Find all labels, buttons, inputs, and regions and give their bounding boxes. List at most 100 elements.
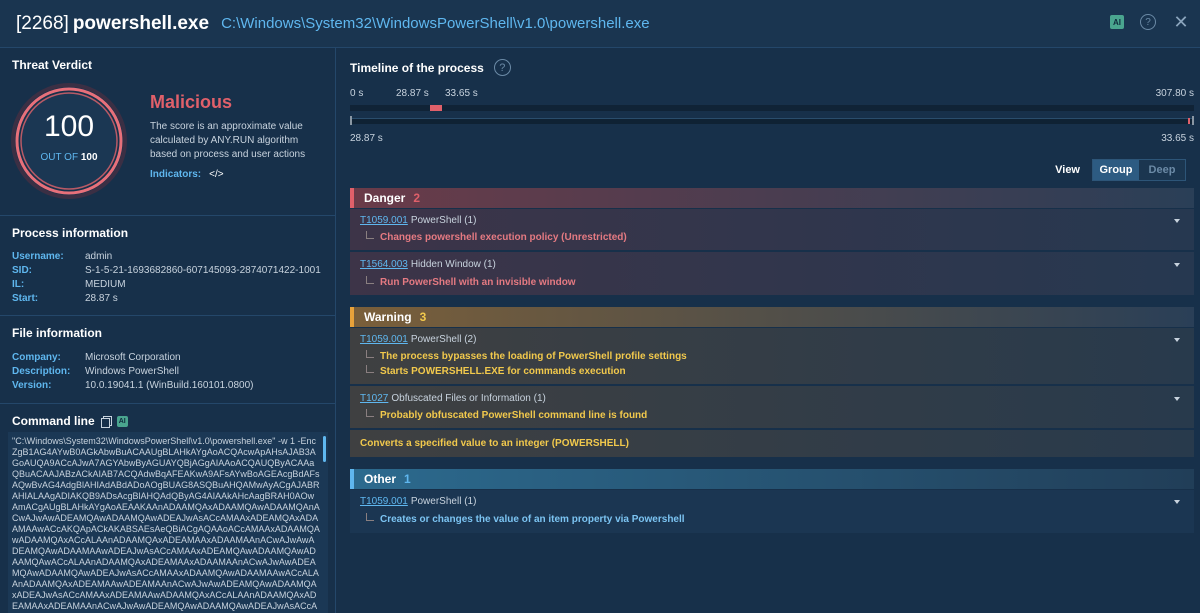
technique-link[interactable]: T1059.001 xyxy=(360,215,408,226)
info-key: Description: xyxy=(12,366,71,377)
behavior-card[interactable]: Converts a specified value to an integer… xyxy=(350,430,1194,457)
group-header-danger[interactable]: Danger 2 xyxy=(350,188,1194,208)
info-key: IL: xyxy=(12,279,25,290)
right-panel: Timeline of the process ? 0 s 28.87 s 33… xyxy=(336,48,1200,613)
tree-connector-icon xyxy=(366,364,374,373)
process-details-window: [2268] powershell.exe C:\Windows\System32… xyxy=(0,0,1200,613)
verdict-label: Malicious xyxy=(150,92,233,112)
code-icon[interactable]: </> xyxy=(209,169,223,180)
file-information-section: File information Company: Microsoft Corpo… xyxy=(0,316,335,404)
info-row-version: Version: 10.0.19041.1 (WinBuild.160101.08… xyxy=(12,380,253,391)
info-row-username: Username: admin xyxy=(12,251,112,262)
chevron-down-icon[interactable] xyxy=(1174,219,1180,223)
info-row-description: Description: Windows PowerShell xyxy=(12,366,179,377)
timeline-event-marker[interactable] xyxy=(430,105,442,111)
info-row-start: Start: 28.87 s xyxy=(12,293,118,304)
info-key: Version: xyxy=(12,380,52,391)
info-value: MEDIUM xyxy=(85,279,126,290)
tree-connector-icon xyxy=(366,512,374,521)
close-icon[interactable]: ✕ xyxy=(1172,13,1190,31)
copy-icon[interactable] xyxy=(100,415,112,428)
info-key: Start: xyxy=(12,293,39,304)
command-line-scrollbar[interactable] xyxy=(323,436,326,462)
group-name: Danger xyxy=(364,191,406,205)
group-name: Warning xyxy=(364,310,412,324)
behavior-card[interactable]: T1059.001 PowerShell (2) The process bypa… xyxy=(350,328,1194,384)
technique-link[interactable]: T1027 xyxy=(360,393,388,404)
view-group-button[interactable]: Group xyxy=(1093,160,1139,180)
range-end-label: 33.65 s xyxy=(1161,133,1194,144)
score-gauge: 100 OUT OF 100 xyxy=(10,82,128,200)
range-start-label: 28.87 s xyxy=(350,133,383,144)
timeline-title: Timeline of the process xyxy=(350,60,484,75)
ai-explain-icon[interactable]: AI xyxy=(116,415,128,427)
info-key: SID: xyxy=(12,265,32,276)
behavior-card[interactable]: T1027 Obfuscated Files or Information (1)… xyxy=(350,386,1194,428)
view-label: View xyxy=(1055,164,1080,176)
range-handle-left[interactable] xyxy=(350,116,352,125)
technique-name: Obfuscated Files or Information (1) xyxy=(391,393,546,404)
chevron-down-icon[interactable] xyxy=(1174,500,1180,504)
process-information-section: Process information Username: admin SID: S… xyxy=(0,216,335,316)
group-count: 2 xyxy=(413,191,421,205)
info-row-il: IL: MEDIUM xyxy=(12,279,126,290)
threat-verdict-title: Threat Verdict xyxy=(12,58,93,72)
info-value: Microsoft Corporation xyxy=(85,352,181,363)
window-header: [2268] powershell.exe C:\Windows\System32… xyxy=(0,0,1200,48)
process-path-link[interactable]: C:\Windows\System32\WindowsPowerShell\v1… xyxy=(221,15,650,32)
timeline-header: Timeline of the process ? xyxy=(350,59,511,76)
info-key: Username: xyxy=(12,251,64,262)
technique-name: PowerShell (1) xyxy=(410,215,477,226)
range-handle-right[interactable] xyxy=(1192,116,1194,125)
header-actions: AI ? ✕ xyxy=(1110,13,1190,31)
behavior-detail: Creates or changes the value of an item … xyxy=(380,514,685,525)
process-title: [2268] powershell.exe xyxy=(16,13,209,35)
info-key: Company: xyxy=(12,352,61,363)
info-row-company: Company: Microsoft Corporation xyxy=(12,352,181,363)
threat-score: 100 xyxy=(43,110,95,143)
threat-verdict-section: Threat Verdict 100 OUT OF 100 Malicious … xyxy=(0,48,335,216)
command-line-header: Command line AI xyxy=(12,414,128,428)
group-name: Other xyxy=(364,472,397,486)
timeline-event-start-label: 28.87 s xyxy=(396,88,429,99)
view-switcher: View Group Deep xyxy=(1055,159,1186,181)
behavior-card[interactable]: T1564.003 Hidden Window (1) Run PowerShel… xyxy=(350,252,1194,295)
process-information-title: Process information xyxy=(12,226,129,240)
info-value: Windows PowerShell xyxy=(85,366,179,377)
process-pid: [2268] xyxy=(16,12,69,34)
info-value: 28.87 s xyxy=(85,293,118,304)
help-icon[interactable]: ? xyxy=(1140,14,1156,30)
technique-name: PowerShell (2) xyxy=(410,334,477,345)
tree-connector-icon xyxy=(366,230,374,239)
indicators-row[interactable]: Indicators: </> xyxy=(150,169,224,180)
technique-link[interactable]: T1564.003 xyxy=(360,259,408,270)
group-header-warning[interactable]: Warning 3 xyxy=(350,307,1194,327)
behavior-card[interactable]: T1059.001 PowerShell (1) Creates or chang… xyxy=(350,490,1194,533)
technique-name: Hidden Window (1) xyxy=(410,259,496,270)
help-icon[interactable]: ? xyxy=(493,59,511,76)
view-deep-button[interactable]: Deep xyxy=(1139,160,1185,180)
group-count: 1 xyxy=(404,472,411,486)
timeline-range-track[interactable] xyxy=(350,118,1194,124)
command-line-box[interactable]: "C:\Windows\System32\WindowsPowerShell\v… xyxy=(8,432,328,613)
behavior-detail: Changes powershell execution policy (Unr… xyxy=(380,232,627,243)
timeline-end-label: 307.80 s xyxy=(1155,88,1194,99)
ai-assistant-icon[interactable]: AI xyxy=(1110,15,1124,29)
command-line-text: "C:\Windows\System32\WindowsPowerShell\v… xyxy=(12,436,320,611)
out-of-value: 100 xyxy=(80,152,98,163)
technique-name: PowerShell (1) xyxy=(410,496,477,507)
chevron-down-icon[interactable] xyxy=(1174,263,1180,267)
group-header-other[interactable]: Other 1 xyxy=(350,469,1194,489)
timeline-event-end-label: 33.65 s xyxy=(445,88,478,99)
timeline-track[interactable] xyxy=(350,105,1194,111)
range-event-marker xyxy=(1188,118,1190,124)
score-out-of: OUT OF 100 xyxy=(10,152,128,163)
behavior-card[interactable]: T1059.001 PowerShell (1) Changes powershe… xyxy=(350,209,1194,250)
chevron-down-icon[interactable] xyxy=(1174,397,1180,401)
tree-connector-icon xyxy=(366,408,374,417)
technique-link[interactable]: T1059.001 xyxy=(360,496,408,507)
chevron-down-icon[interactable] xyxy=(1174,338,1180,342)
technique-link[interactable]: T1059.001 xyxy=(360,334,408,345)
out-of-label: OUT OF xyxy=(40,152,79,163)
behavior-detail: The process bypasses the loading of Powe… xyxy=(380,351,687,362)
